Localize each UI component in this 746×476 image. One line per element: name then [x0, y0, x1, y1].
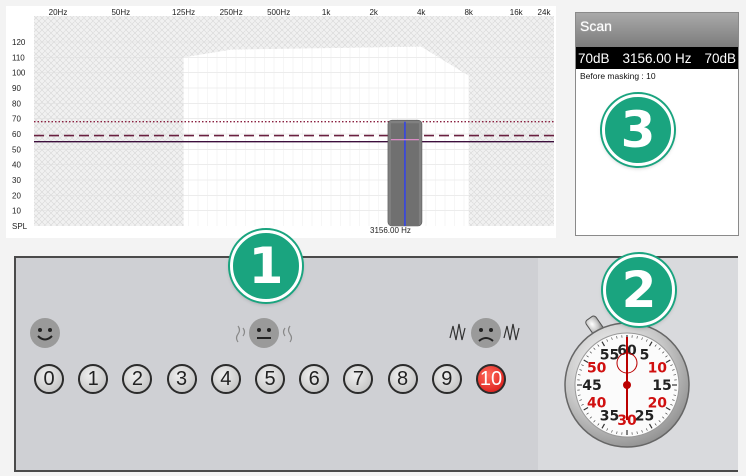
stopwatch-hub [623, 381, 631, 389]
dial-number: 40 [587, 396, 607, 412]
spl-tick-label: 100 [12, 69, 26, 78]
spl-tick-label: 80 [12, 99, 21, 108]
right-level: 70dB [704, 50, 736, 66]
rating-button-0[interactable]: 0 [34, 364, 64, 394]
freq-tick-label: 2k [369, 8, 378, 17]
spl-tick-label: 50 [12, 145, 21, 154]
freq-tick-label: 125Hz [172, 8, 195, 17]
callout-badge-3: 3 [602, 94, 674, 166]
marker-frequency-label: 3156.00 Hz [370, 226, 411, 235]
stopwatch-icon: 60510152025303540455055 [564, 306, 690, 448]
freq-tick-label: 1k [322, 8, 331, 17]
spl-tick-label: 90 [12, 84, 21, 93]
rating-button-7[interactable]: 7 [343, 364, 374, 394]
scan-note: Before masking : 10 [580, 71, 656, 81]
spl-tick-label: 70 [12, 115, 21, 124]
dial-number: 45 [582, 378, 601, 394]
rating-button-2[interactable]: 2 [122, 364, 153, 394]
spectrum-chart[interactable]: 20Hz 50Hz 125Hz 250Hz 500Hz 1k 2k 4k 8k 16k 24k 12… [6, 6, 556, 238]
freq-tick-label: 20Hz [49, 8, 68, 17]
rating-button-5[interactable]: 5 [255, 364, 285, 394]
dial-number: 15 [652, 378, 671, 394]
dial-number: 55 [600, 348, 619, 364]
spl-tick-label: 10 [12, 207, 21, 216]
rating-button-8[interactable]: 8 [387, 364, 418, 394]
spl-tick-label: 120 [12, 38, 26, 47]
freq-tick-label: 4k [417, 8, 426, 17]
spl-tick-label: 20 [12, 191, 21, 200]
dial-number: 25 [635, 408, 654, 424]
callout-badge-1: 1 [230, 230, 302, 302]
rating-button-10[interactable]: 10 [476, 364, 506, 394]
spl-tick-label: 40 [12, 161, 21, 170]
freq-tick-label: 50Hz [111, 8, 130, 17]
callout-badge-2: 2 [603, 254, 675, 326]
left-level: 70dB [578, 50, 610, 66]
scan-frequency: 3156.00 Hz [622, 50, 692, 66]
spectrum-chart-svg[interactable]: 20Hz 50Hz 125Hz 250Hz 500Hz 1k 2k 4k 8k 16k 24k 12… [6, 6, 556, 238]
rating-button-3[interactable]: 3 [166, 364, 197, 394]
spl-tick-label: 60 [12, 130, 21, 139]
freq-tick-label: 8k [464, 8, 473, 17]
spl-tick-label: 110 [12, 53, 25, 62]
freq-tick-label: 250Hz [220, 8, 243, 17]
rating-button-4[interactable]: 4 [210, 364, 241, 394]
scan-title: Scan [576, 13, 738, 47]
sad-noise-face-icon [449, 318, 520, 348]
spl-tick-label: 30 [12, 176, 21, 185]
neutral-noise-face-icon [235, 318, 293, 348]
rating-button-6[interactable]: 6 [299, 364, 330, 394]
spl-tick-label: SPL [12, 222, 28, 231]
freq-tick-label: 24k [538, 8, 552, 17]
freq-tick-label: 16k [510, 8, 524, 17]
dial-number: 10 [648, 361, 668, 377]
freq-tick-label: 500Hz [267, 8, 290, 17]
rating-button-9[interactable]: 9 [431, 364, 462, 394]
rating-button-1[interactable]: 1 [78, 364, 109, 394]
scan-readout: 70dB 3156.00 Hz 70dB [576, 47, 738, 69]
happy-face-icon [30, 318, 60, 348]
